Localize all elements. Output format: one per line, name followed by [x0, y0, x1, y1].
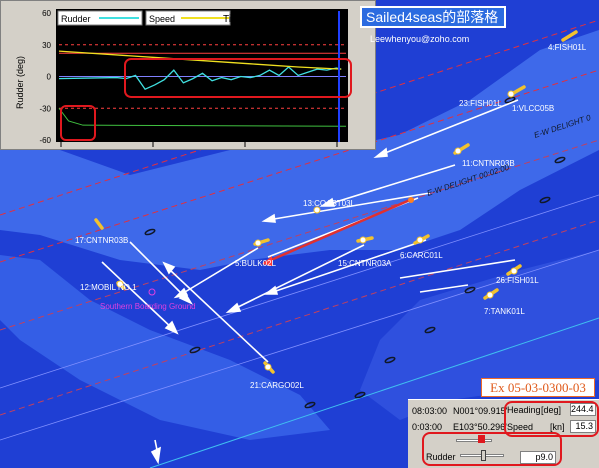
- own-ship-position: [408, 197, 414, 203]
- y-tick-label: 0: [47, 73, 52, 82]
- legend-rudder-label: Rudder: [61, 14, 91, 24]
- tick-value: 01 (min.): [299, 14, 338, 25]
- boarding-ground-label: Southern Boarding Ground: [100, 302, 196, 311]
- latitude: N001°09.915': [453, 406, 508, 416]
- time-ticks: [60, 142, 338, 147]
- ship-label: 4:FISH01L: [548, 43, 587, 52]
- nav-info-panel: 08:03:00 N001°09.915' 0:03:00 E103°50.29…: [408, 399, 599, 468]
- ship-label: 6:CARC01L: [400, 251, 443, 260]
- ship-label: 17:CNTNR03B: [75, 236, 128, 245]
- y-tick-label: 60: [42, 9, 51, 18]
- ship-label: 13:COAST03L: [303, 199, 356, 208]
- clock-time: 08:03:00: [412, 406, 448, 416]
- ship-label: 1:VLCC05B: [512, 104, 554, 113]
- y-tick-label: -30: [39, 104, 51, 113]
- rudder-speed-chart-window: Rudder (deg) 60 30 0 -30 -60 Rudder Speed Ti…: [0, 0, 376, 150]
- y-tick-labels: 60 30 0 -30 -60: [39, 9, 51, 145]
- ship-label: 12:MOBIL NO.1: [80, 283, 137, 292]
- ship-label: 23:FISH01L: [459, 99, 502, 108]
- elapsed-time: 0:03:00: [412, 422, 443, 432]
- rudder-highlight: [422, 432, 562, 466]
- y-axis-label: Rudder (deg): [15, 56, 25, 109]
- exercise-id: Ex 05-03-0300-03: [481, 378, 595, 397]
- ship-label: 15:CNTNR03A: [338, 259, 392, 268]
- rudder-speed-chart: Rudder (deg) 60 30 0 -30 -60 Rudder Speed Ti…: [15, 9, 352, 147]
- ship-label: 5:BULK02L: [235, 259, 276, 268]
- legend-speed-label: Speed: [149, 14, 175, 24]
- ship-label: 21:CARGO02L: [250, 381, 304, 390]
- y-tick-label: 30: [42, 41, 51, 50]
- tick-note: Tick mark every: [223, 14, 293, 25]
- longitude: E103°50.296': [453, 422, 507, 432]
- blog-email: Leewhenyou@zoho.com: [370, 34, 470, 44]
- ship-label: 26:FISH01L: [496, 276, 539, 285]
- simulator-screen: 4:FISH01L 23:FISH01L 1:VLCC05B 11:CNTNR0…: [0, 0, 599, 468]
- ship-label: 7:TANK01L: [484, 307, 525, 316]
- blog-title-banner: Sailed4seas的部落格: [360, 6, 506, 28]
- y-tick-label: -60: [39, 136, 51, 145]
